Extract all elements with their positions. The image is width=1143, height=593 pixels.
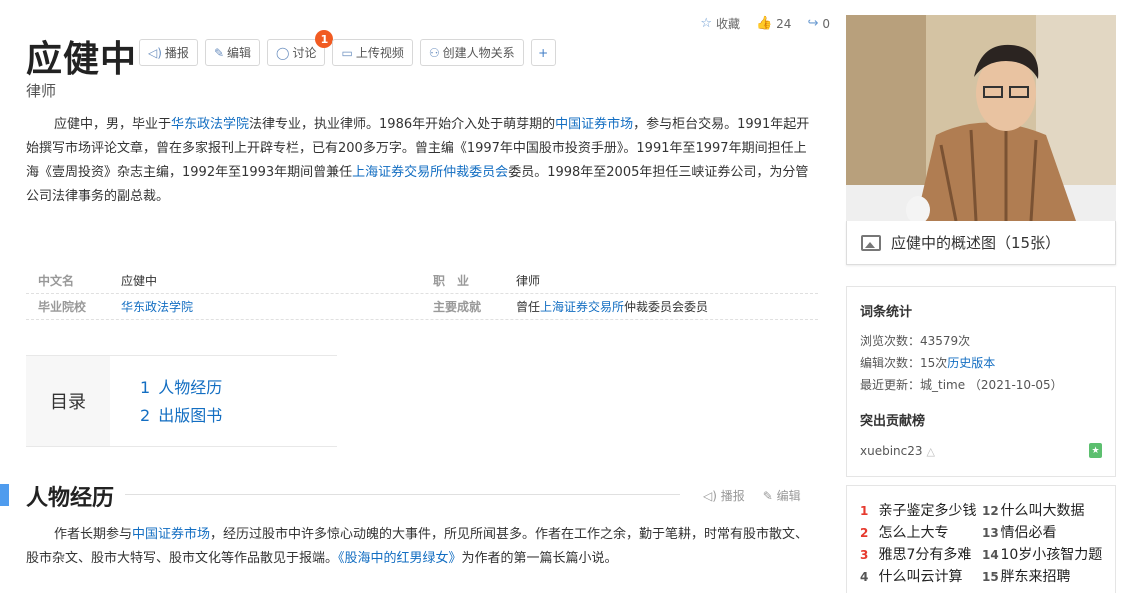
hot-item[interactable]: 4 什么叫云计算: [860, 566, 982, 588]
toolbar: ◁) 播报 ✎ 编辑 ◯ 讨论 1 ▭ 上传视频 ⚇ 创建人物关系 +: [139, 30, 556, 66]
hot-grid: 1 亲子鉴定多少钱 12 什么叫大数据 2 怎么上大专 13 情侣必看 3 雅思…: [860, 500, 1115, 588]
page-title: 应健中: [26, 39, 138, 80]
share-icon: ↪: [807, 16, 819, 31]
table-of-contents: 目录 1 人物经历 2 出版图书: [26, 355, 337, 447]
upload-video-button[interactable]: ▭ 上传视频: [332, 39, 413, 66]
hot-item[interactable]: 1 亲子鉴定多少钱: [860, 500, 982, 522]
report-button[interactable]: ◁) 播报: [139, 39, 198, 66]
infobox-value: 曾任上海证券交易所仲裁委员会委员: [516, 300, 709, 314]
link-school[interactable]: 华东政法学院: [171, 117, 249, 132]
bookmark-icon[interactable]: ★: [1089, 443, 1102, 458]
link-stock-market-2[interactable]: 中国证券市场: [132, 527, 210, 542]
top-actions: ☆ 收藏 👍 24 ↪ 0: [700, 15, 830, 32]
infobox-label: 职 业: [433, 274, 470, 288]
link-school-infobox[interactable]: 华东政法学院: [121, 300, 193, 314]
toc-item[interactable]: 1 人物经历: [140, 374, 222, 402]
hot-item[interactable]: 15 胖东来招聘: [982, 566, 1112, 588]
hot-item[interactable]: 14 10岁小孩智力题: [982, 544, 1112, 566]
stats-title: 词条统计: [860, 305, 913, 320]
section-edit-button[interactable]: ✎ 编辑: [763, 487, 801, 504]
section-report-button[interactable]: ◁) 播报: [703, 487, 745, 504]
people-icon: ⚇: [428, 45, 440, 60]
section-title: 人物经历: [26, 486, 115, 511]
video-camera-icon: ▭: [341, 45, 353, 60]
contributor-name[interactable]: xuebinc23: [860, 444, 923, 458]
pencil-icon: ✎: [762, 489, 777, 503]
infobox-label: 中文名: [38, 274, 75, 288]
speaker-icon: ◁): [148, 45, 162, 60]
pencil-icon: ✎: [213, 45, 224, 60]
edit-button[interactable]: ✎ 编辑: [204, 39, 261, 66]
section-marker: [0, 484, 9, 506]
contributor-row: xuebinc23 △ ★: [860, 443, 1102, 458]
main-content: ☆ 收藏 👍 24 ↪ 0 应健中 ◁) 播报 ✎ 编辑 ◯ 讨论 1 ▭ 上传视频 ⚇ 创建人物…: [0, 0, 830, 593]
thumbs-up-icon: 👍: [755, 16, 773, 31]
section-divider: [125, 494, 680, 495]
star-icon: ☆: [700, 16, 712, 31]
sidebar: 应健中的概述图（15张）: [846, 15, 1116, 265]
summary-paragraph: 应健中，男，毕业于华东政法学院法律专业，执业律师。1986年开始介入处于萌芽期的…: [26, 117, 810, 204]
section-paragraph: 作者长期参与中国证券市场，经历过股市中许多惊心动魄的大事件，所见所闻甚多。作者在…: [26, 527, 809, 566]
gallery-caption[interactable]: 应健中的概述图（15张）: [846, 221, 1116, 265]
portrait-photo[interactable]: [846, 15, 1116, 221]
notification-badge: 1: [315, 30, 334, 48]
add-button[interactable]: +: [530, 39, 556, 66]
warning-icon: △: [926, 444, 935, 458]
discuss-button[interactable]: ◯ 讨论 1: [267, 30, 334, 66]
link-novel[interactable]: 《股海中的红男绿女》: [338, 551, 462, 566]
toc-title: 目录: [26, 356, 110, 446]
link-stock-market[interactable]: 中国证券市场: [555, 117, 633, 132]
toc-list: 1 人物经历 2 出版图书: [110, 356, 222, 446]
create-relation-button[interactable]: ⚇ 创建人物关系: [419, 39, 524, 66]
section-actions: ◁) 播报 ✎ 编辑: [703, 487, 801, 504]
hot-item[interactable]: 2 怎么上大专: [860, 522, 982, 544]
views-count: 浏览次数：43579次: [860, 334, 971, 348]
portrait-image: [846, 15, 1116, 221]
speaker-icon: ◁): [703, 489, 721, 503]
like-button[interactable]: 👍 24: [756, 15, 791, 32]
favorite-button[interactable]: ☆ 收藏: [700, 15, 740, 32]
share-button[interactable]: ↪ 0: [807, 15, 830, 32]
last-updated: 最近更新：城_time （2021-10-05）: [860, 378, 1063, 392]
hot-list: 1 亲子鉴定多少钱 12 什么叫大数据 2 怎么上大专 13 情侣必看 3 雅思…: [846, 485, 1116, 593]
contrib-title: 突出贡献榜: [860, 414, 926, 429]
link-arbitration-committee[interactable]: 上海证券交易所仲裁委员会: [352, 165, 508, 180]
infobox-value: 律师: [516, 274, 541, 288]
infobox-row: 中文名 应健中 职 业 律师: [26, 268, 818, 294]
chat-bubble-icon: ◯: [276, 45, 290, 60]
hot-item[interactable]: 12 什么叫大数据: [982, 500, 1112, 522]
link-sse[interactable]: 上海证券交易所: [540, 300, 624, 314]
history-link[interactable]: 历史版本: [947, 356, 995, 370]
infobox: 中文名 应健中 职 业 律师 毕业院校 华东政法学院 主要成就 曾任上海证券交易…: [26, 268, 818, 320]
page-subtitle: 律师: [26, 82, 57, 100]
hot-item[interactable]: 13 情侣必看: [982, 522, 1112, 544]
infobox-row: 毕业院校 华东政法学院 主要成就 曾任上海证券交易所仲裁委员会委员: [26, 294, 818, 320]
edit-count: 编辑次数：15次历史版本: [860, 356, 996, 370]
image-gallery-icon: [861, 234, 881, 251]
hot-item[interactable]: 3 雅思7分有多难: [860, 544, 982, 566]
toc-item[interactable]: 2 出版图书: [140, 402, 222, 430]
entry-stats: 词条统计 浏览次数：43579次 编辑次数：15次历史版本 最近更新：城_tim…: [846, 286, 1116, 477]
infobox-value: 应健中: [121, 274, 158, 288]
infobox-label: 主要成就: [433, 300, 482, 314]
infobox-label: 毕业院校: [38, 300, 87, 314]
